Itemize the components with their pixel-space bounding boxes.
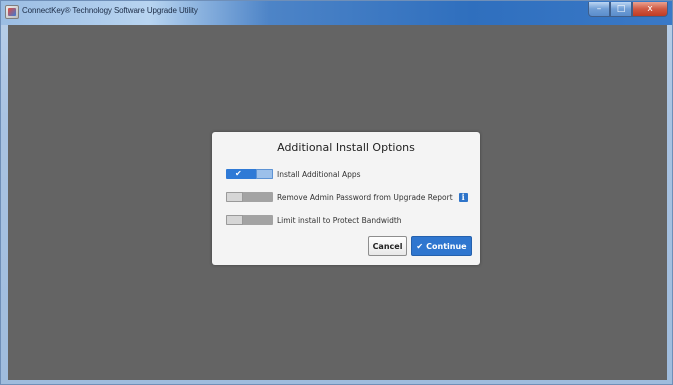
remove-admin-password-toggle[interactable] <box>226 192 273 202</box>
install-additional-apps-label: Install Additional Apps <box>277 169 361 179</box>
info-icon[interactable]: i <box>458 192 468 202</box>
window-controls: – □ x <box>588 2 668 19</box>
toggle-knob <box>226 192 243 202</box>
option-remove-admin-password: Remove Admin Password from Upgrade Repor… <box>226 191 468 203</box>
remove-admin-password-label: Remove Admin Password from Upgrade Repor… <box>277 192 453 202</box>
dialog-title: Additional Install Options <box>277 141 415 154</box>
window-title: ConnectKey® Technology Software Upgrade … <box>22 6 198 15</box>
app-window: ConnectKey® Technology Software Upgrade … <box>0 0 673 385</box>
continue-button[interactable]: ✔ Continue <box>411 236 472 256</box>
minimize-button[interactable]: – <box>588 2 610 17</box>
close-button[interactable]: x <box>632 2 668 17</box>
install-additional-apps-toggle[interactable]: ✔ <box>226 169 273 179</box>
toggle-check-icon: ✔ <box>235 169 242 178</box>
title-bar[interactable]: ConnectKey® Technology Software Upgrade … <box>1 1 672 25</box>
app-content-area: Additional Install Options ✔ Install Add… <box>8 25 667 380</box>
toggle-knob <box>256 169 273 179</box>
continue-button-label: Continue <box>426 241 467 251</box>
limit-install-bandwidth-toggle[interactable] <box>226 215 273 225</box>
option-limit-install-bandwidth: Limit install to Protect Bandwidth <box>226 214 402 226</box>
option-install-additional-apps: ✔ Install Additional Apps <box>226 168 361 180</box>
app-icon <box>5 5 19 19</box>
install-options-dialog: Additional Install Options ✔ Install Add… <box>212 132 480 265</box>
limit-install-bandwidth-label: Limit install to Protect Bandwidth <box>277 215 402 225</box>
cancel-button[interactable]: Cancel <box>368 236 407 256</box>
checkmark-icon: ✔ <box>416 241 424 251</box>
toggle-knob <box>226 215 243 225</box>
maximize-button[interactable]: □ <box>610 2 632 17</box>
